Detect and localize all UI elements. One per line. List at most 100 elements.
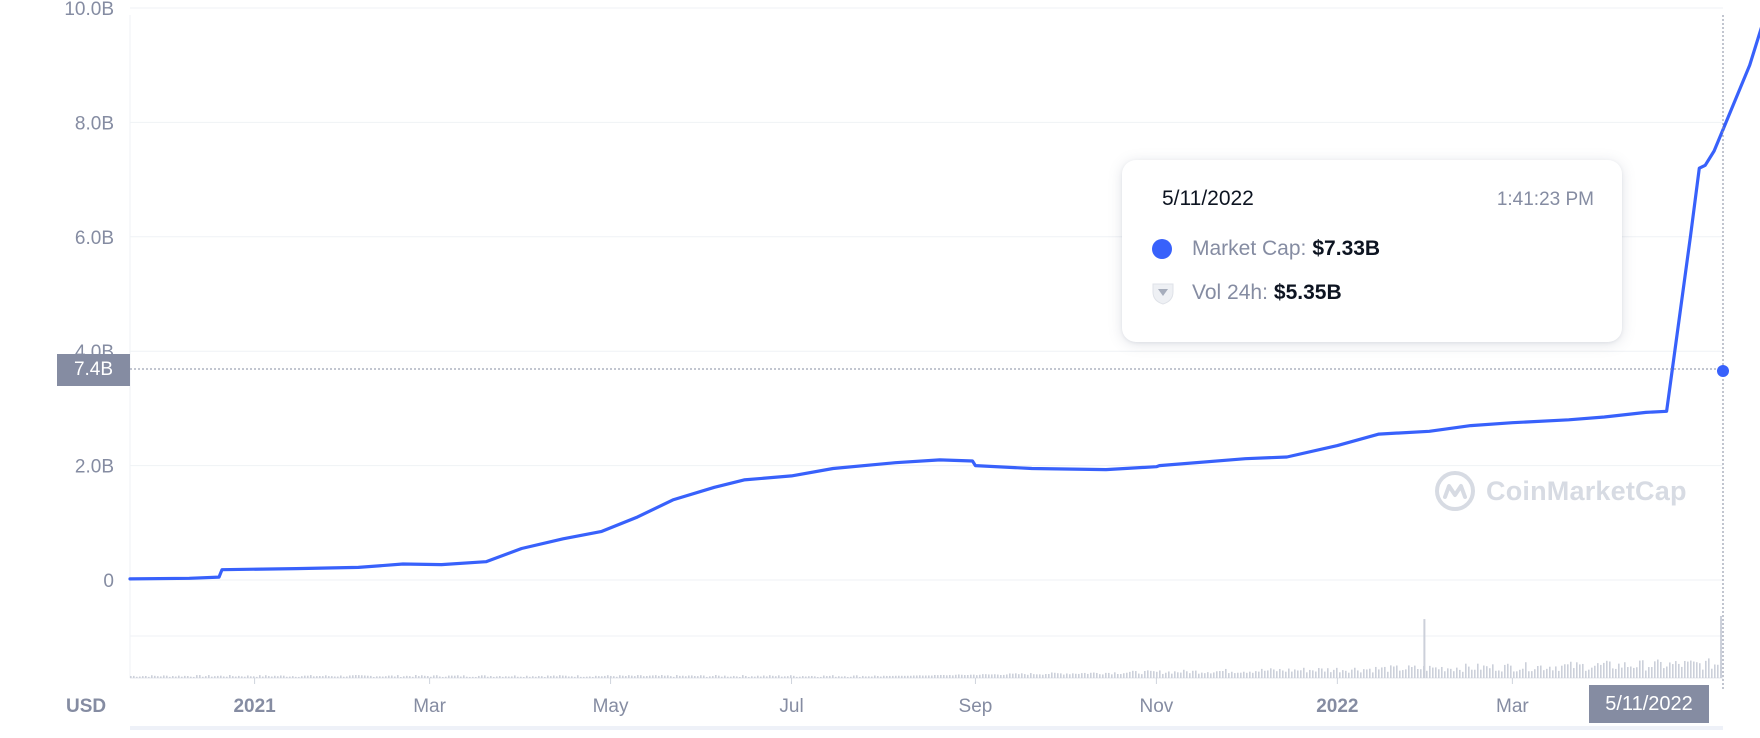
volume-bar	[862, 675, 864, 678]
volume-bar	[316, 676, 318, 678]
volume-bar	[1711, 668, 1713, 678]
volume-bar	[925, 675, 927, 678]
volume-bar	[1018, 674, 1020, 678]
volume-shield-icon	[1152, 283, 1174, 305]
volume-bar	[139, 676, 141, 678]
volume-bar	[478, 675, 480, 678]
market-cap-label: Market Cap:	[1192, 237, 1307, 260]
y-tick-label: 8.0B	[75, 113, 114, 134]
volume-bar	[1399, 670, 1401, 678]
volume-bar	[1636, 667, 1638, 678]
volume-bar	[1312, 670, 1314, 678]
volume-bar	[919, 675, 921, 678]
volume-bar	[631, 675, 633, 678]
volume-bar	[1699, 663, 1701, 678]
volume-bar	[892, 675, 894, 678]
y-tick-label: 10.0B	[64, 0, 114, 20]
volume-bar	[643, 676, 645, 678]
volume-bar	[1327, 668, 1329, 678]
volume-bar	[772, 675, 774, 678]
volume-bar	[832, 675, 834, 678]
volume-bar	[1078, 673, 1080, 678]
volume-bar	[367, 675, 369, 678]
volume-bar	[1612, 668, 1614, 678]
volume-bar	[1255, 671, 1257, 678]
volume-bar	[217, 675, 219, 678]
volume-bar	[1381, 667, 1383, 678]
volume-bar	[661, 675, 663, 678]
volume-bar	[1189, 673, 1191, 678]
volume-bar	[763, 675, 765, 678]
volume-bar	[184, 675, 186, 678]
volume-bar	[1414, 665, 1416, 678]
volume-bar	[922, 675, 924, 678]
volume-bar	[1705, 660, 1707, 678]
volume-bar	[1537, 666, 1539, 678]
volume-bar	[1150, 670, 1152, 678]
volume-bar	[700, 675, 702, 678]
volume-bar	[973, 674, 975, 678]
volume-bar	[817, 676, 819, 678]
volume-bar	[1195, 670, 1197, 678]
volume-bar	[1180, 672, 1182, 678]
volume-bar	[1582, 663, 1584, 678]
volume-bar	[1159, 670, 1161, 678]
volume-bar	[409, 676, 411, 678]
volume-bar	[883, 675, 885, 678]
volume-bar	[1315, 671, 1317, 678]
volume-bar	[337, 676, 339, 678]
volume-bar	[310, 675, 312, 678]
volume-bar	[844, 676, 846, 678]
volume-bar	[1027, 674, 1029, 678]
volume-bar	[190, 676, 192, 678]
volume-bar	[634, 676, 636, 678]
volume-bar	[838, 676, 840, 678]
volume-bar	[1033, 674, 1035, 678]
volume-bar	[334, 676, 336, 678]
volume-bar	[400, 676, 402, 678]
volume-bar	[214, 676, 216, 678]
volume-bar	[895, 675, 897, 678]
currency-label: USD	[66, 696, 106, 717]
volume-bar	[1621, 667, 1623, 678]
volume-bar	[1105, 672, 1107, 678]
volume-bar	[1168, 671, 1170, 678]
volume-bar	[580, 676, 582, 678]
volume-bar	[136, 676, 138, 678]
volume-bar	[682, 675, 684, 678]
volume-bar	[271, 676, 273, 678]
volume-bar	[352, 675, 354, 678]
volume-bar	[1651, 667, 1653, 678]
volume-bar	[187, 676, 189, 678]
volume-bar	[1573, 668, 1575, 678]
volume-bar	[715, 675, 717, 678]
watermark-text: CoinMarketCap	[1486, 475, 1687, 506]
market-cap-chart[interactable]: 02.0B4.0B6.0B8.0B10.0B12.0B14.0B16.0B18.…	[0, 0, 1760, 738]
volume-bar	[889, 675, 891, 678]
volume-bar	[1642, 660, 1644, 678]
volume-bar	[442, 676, 444, 678]
volume-bar	[1162, 673, 1164, 678]
volume-bar	[1114, 672, 1116, 678]
volume-bar	[1291, 671, 1293, 678]
volume-bar	[250, 676, 252, 678]
volume-bar	[298, 676, 300, 678]
coinmarketcap-logo-icon	[1435, 471, 1475, 511]
volume-bar	[526, 675, 528, 678]
volume-bar	[1654, 661, 1656, 678]
volume-bar	[1483, 665, 1485, 678]
volume-bar	[646, 676, 648, 678]
volume-bar	[229, 675, 231, 678]
volume-bar	[457, 675, 459, 678]
volume-bar	[1339, 672, 1341, 678]
volume-bar	[871, 676, 873, 678]
volume-bar	[754, 676, 756, 678]
volume-bar	[1048, 674, 1050, 678]
volume-bar	[1480, 669, 1482, 678]
volume-bar	[1081, 673, 1083, 678]
volume-bar	[436, 675, 438, 678]
volume-bar	[1468, 666, 1470, 678]
volume-bar	[679, 675, 681, 678]
volume-bar	[385, 676, 387, 678]
y-axis-ticks: 02.0B4.0B6.0B8.0B10.0B12.0B14.0B16.0B18.…	[64, 0, 114, 592]
